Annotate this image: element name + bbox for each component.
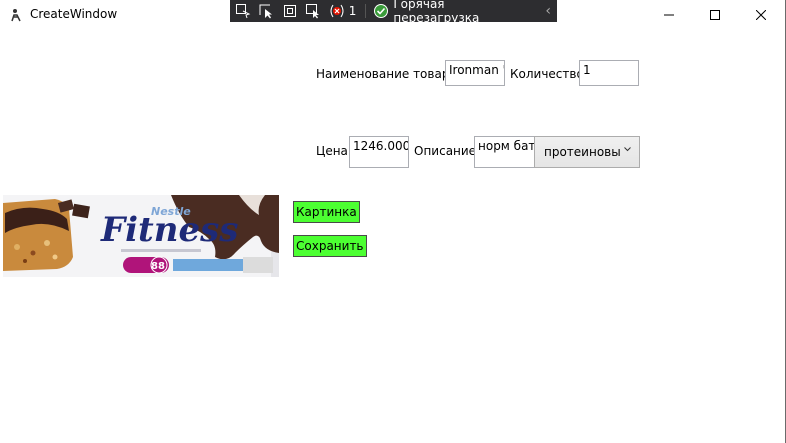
select-element-icon[interactable] [232,0,254,22]
product-name-label: Наименование товара [316,67,457,81]
quantity-input[interactable]: 1 [579,60,639,86]
maximize-button[interactable] [692,0,738,30]
layout-adorner-icon[interactable] [279,0,301,22]
binding-errors-icon[interactable] [326,0,348,22]
minimize-icon [664,14,674,16]
app-icon [9,8,23,22]
price-label: Цена [316,144,348,158]
category-selected-value: протеиновы [544,145,621,159]
product-name-input[interactable]: Ironman "T [445,60,505,86]
product-image: Nestle Fitness 88 [3,195,279,277]
save-button[interactable]: Сохранить [293,235,367,257]
image-button[interactable]: Картинка [293,201,360,223]
close-icon [756,10,766,20]
chevron-down-icon [624,147,631,152]
collapse-toolbar-icon[interactable]: ‹ [545,3,551,19]
svg-text:88: 88 [151,261,165,272]
quantity-label: Количество [510,67,584,81]
pointer-select-icon[interactable] [256,0,278,22]
xaml-debug-toolbar: 1 Горячая перезагрузка ‹ [230,0,557,25]
track-focus-icon[interactable] [303,0,325,22]
description-label: Описание [414,144,477,158]
close-button[interactable] [738,0,784,30]
create-window: CreateWindow 1 Горячая перезагрузка ‹ На… [0,0,786,443]
hot-reload-check-icon [373,3,389,19]
price-input[interactable]: 1246.0000 [349,136,409,168]
toolbar-separator [365,4,367,18]
window-title: CreateWindow [30,7,118,21]
description-input[interactable]: норм батс [474,136,535,168]
maximize-icon [710,10,720,20]
category-combobox[interactable]: протеиновы [534,136,640,168]
binding-error-count: 1 [348,4,357,18]
minimize-button[interactable] [646,0,692,30]
svg-text:Fitness: Fitness [100,210,238,250]
hot-reload-label[interactable]: Горячая перезагрузка [393,0,531,25]
